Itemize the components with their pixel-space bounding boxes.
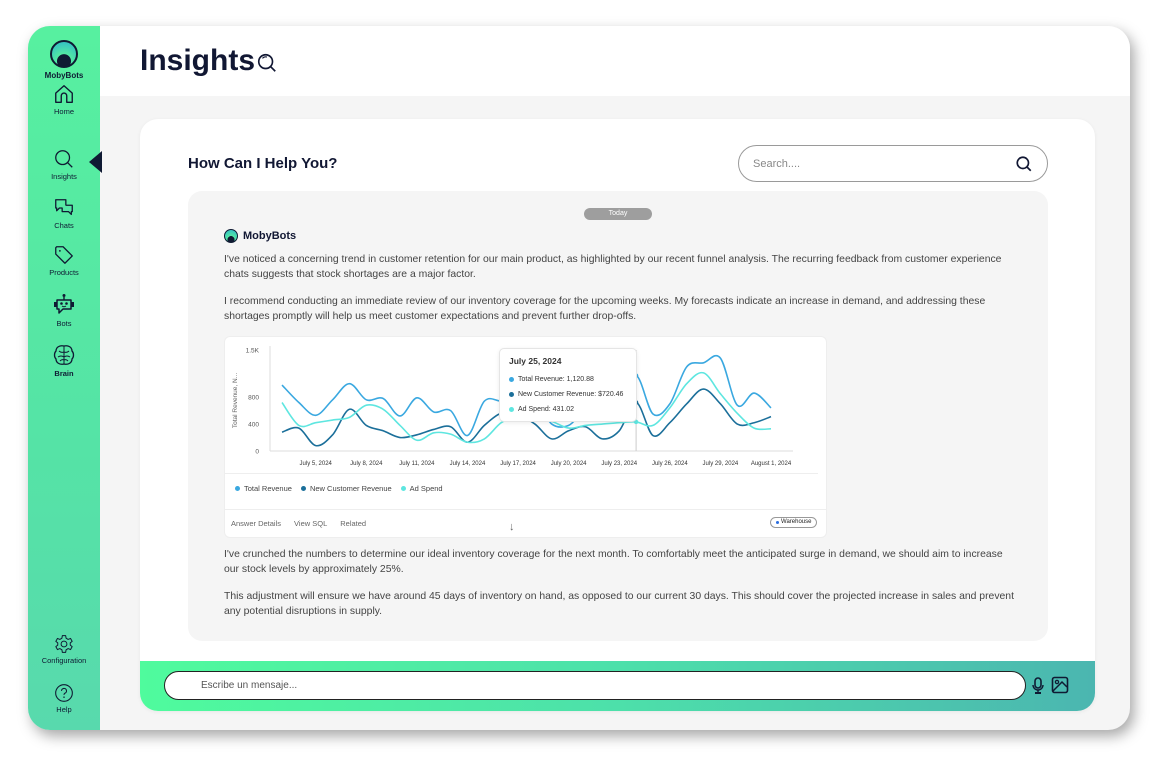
sidebar-item-chats[interactable]: Chats: [28, 197, 100, 230]
divider: [225, 509, 826, 510]
x-tick-label: July 20, 2024: [551, 461, 587, 467]
microphone-icon[interactable]: [1031, 677, 1045, 695]
sidebar-item-label: Products: [49, 268, 79, 277]
tag-icon: [55, 246, 73, 264]
chart-card: 0 400 800 1.5K Total Revenue, N... July 5, 20…: [224, 336, 827, 538]
sidebar: MobyBots Home Insights Chats Products Bo…: [28, 26, 102, 730]
x-tick-label: August 1, 2024: [751, 461, 792, 467]
chart-actions: Answer Details View SQL Related: [231, 519, 379, 528]
legend-label: Ad Spend: [409, 484, 443, 493]
sidebar-item-label: Bots: [56, 319, 72, 328]
sidebar-item-brain[interactable]: Brain: [28, 343, 100, 378]
legend-item[interactable]: Total Revenue: [235, 484, 292, 493]
assistant-panel: How Can I Help You? Today MobyBots I've …: [140, 119, 1095, 711]
sidebar-item-label: Brain: [54, 369, 74, 378]
x-tick-label: July 8, 2024: [350, 461, 383, 467]
sidebar-item-home[interactable]: Home: [28, 83, 100, 116]
date-separator: Today: [584, 208, 652, 220]
robot-icon: [54, 294, 74, 314]
conversation-area: Today MobyBots I've noticed a concerning…: [188, 191, 1048, 641]
y-tick-label: 800: [248, 395, 259, 402]
series-dot-icon: [509, 407, 514, 412]
app-window: MobyBots Home Insights Chats Products Bo…: [28, 26, 1130, 730]
message-text: I've crunched the numbers to determine o…: [224, 549, 1003, 575]
mobybots-logo-icon: [50, 40, 78, 68]
sidebar-item-label: Configuration: [41, 656, 87, 665]
tooltip-row: Ad Spend: 431.02: [509, 406, 574, 413]
search-icon: [55, 150, 73, 168]
search-input[interactable]: [753, 146, 1003, 181]
message-input[interactable]: [201, 672, 1001, 699]
composer-bar: [140, 661, 1095, 711]
sender-name: MobyBots: [243, 230, 297, 242]
series-dot-icon: [235, 486, 240, 491]
panel-heading: How Can I Help You?: [188, 155, 338, 172]
badge-label: Warehouse: [781, 519, 812, 525]
page-header: Insights: [100, 26, 1130, 96]
tooltip-row: Total Revenue: 1,120.88: [509, 376, 594, 383]
answer-details-link[interactable]: Answer Details: [231, 519, 281, 528]
legend-label: Total Revenue: [244, 484, 292, 493]
search-field[interactable]: [738, 145, 1048, 182]
app-name: MobyBots: [44, 71, 84, 80]
x-tick-label: July 14, 2024: [450, 461, 486, 467]
app-logo[interactable]: MobyBots: [28, 40, 100, 80]
message-text: This adjustment will ensure we have arou…: [224, 591, 1014, 617]
message-sender: MobyBots: [224, 229, 296, 243]
series-dot-icon: [509, 392, 514, 397]
brain-icon: [53, 345, 75, 365]
x-tick-label: July 5, 2024: [300, 461, 333, 467]
search-icon[interactable]: [256, 52, 278, 74]
tooltip-value: New Customer Revenue: $720.46: [518, 391, 624, 398]
x-tick-label: July 29, 2024: [703, 461, 739, 467]
status-dot-icon: [776, 521, 779, 524]
gear-icon: [55, 635, 73, 653]
warehouse-badge[interactable]: Warehouse: [770, 517, 818, 528]
legend-item[interactable]: Ad Spend: [400, 484, 443, 493]
help-icon: [55, 684, 73, 702]
x-tick-label: July 26, 2024: [652, 461, 688, 467]
sidebar-item-label: Insights: [51, 172, 77, 181]
sidebar-item-configuration[interactable]: Configuration: [28, 634, 100, 665]
sidebar-item-products[interactable]: Products: [28, 244, 100, 277]
chart-legend: Total Revenue New Customer Revenue Ad Sp…: [235, 484, 452, 493]
page-title: Insights: [140, 44, 256, 77]
sidebar-item-label: Help: [56, 705, 72, 714]
tooltip-date: July 25, 2024: [509, 356, 562, 366]
y-tick-label: 1.5K: [246, 348, 260, 355]
y-tick-label: 400: [248, 422, 259, 429]
series-dot-icon: [300, 486, 306, 491]
image-upload-icon[interactable]: [1051, 676, 1069, 694]
message-text: I've noticed a concerning trend in custo…: [224, 254, 1002, 280]
chat-bubbles-icon: [55, 199, 73, 216]
legend-label: New Customer Revenue: [309, 484, 392, 493]
related-link[interactable]: Related: [340, 519, 366, 528]
sidebar-item-help[interactable]: Help: [28, 683, 100, 714]
series-dot-icon: [509, 377, 514, 382]
y-axis-label: Total Revenue, N...: [232, 373, 239, 428]
x-tick-label: July 23, 2024: [601, 461, 637, 467]
tooltip-value: Total Revenue: 1,120.88: [518, 376, 594, 383]
legend-item[interactable]: New Customer Revenue: [300, 484, 392, 493]
tooltip-row: New Customer Revenue: $720.46: [509, 391, 623, 398]
sidebar-item-bots[interactable]: Bots: [28, 293, 100, 328]
message-text: I recommend conducting an immediate revi…: [224, 296, 986, 322]
tooltip-value: Ad Spend: 431.02: [518, 406, 575, 413]
search-icon[interactable]: [1015, 155, 1033, 173]
x-tick-label: July 11, 2024: [399, 461, 435, 467]
message-field[interactable]: [164, 671, 1026, 700]
bot-avatar-icon: [224, 229, 238, 243]
arrow-down-icon[interactable]: ↓: [509, 521, 515, 533]
view-sql-link[interactable]: View SQL: [294, 519, 327, 528]
active-indicator: [89, 151, 102, 173]
series-dot-icon: [400, 486, 406, 491]
home-icon: [55, 85, 73, 103]
y-tick-label: 0: [255, 449, 259, 456]
divider: [225, 473, 818, 474]
x-tick-label: July 17, 2024: [500, 461, 536, 467]
sidebar-item-label: Home: [53, 107, 74, 116]
chart-tooltip: July 25, 2024 Total Revenue: 1,120.88 Ne…: [499, 348, 637, 422]
sidebar-item-label: Chats: [54, 221, 74, 230]
